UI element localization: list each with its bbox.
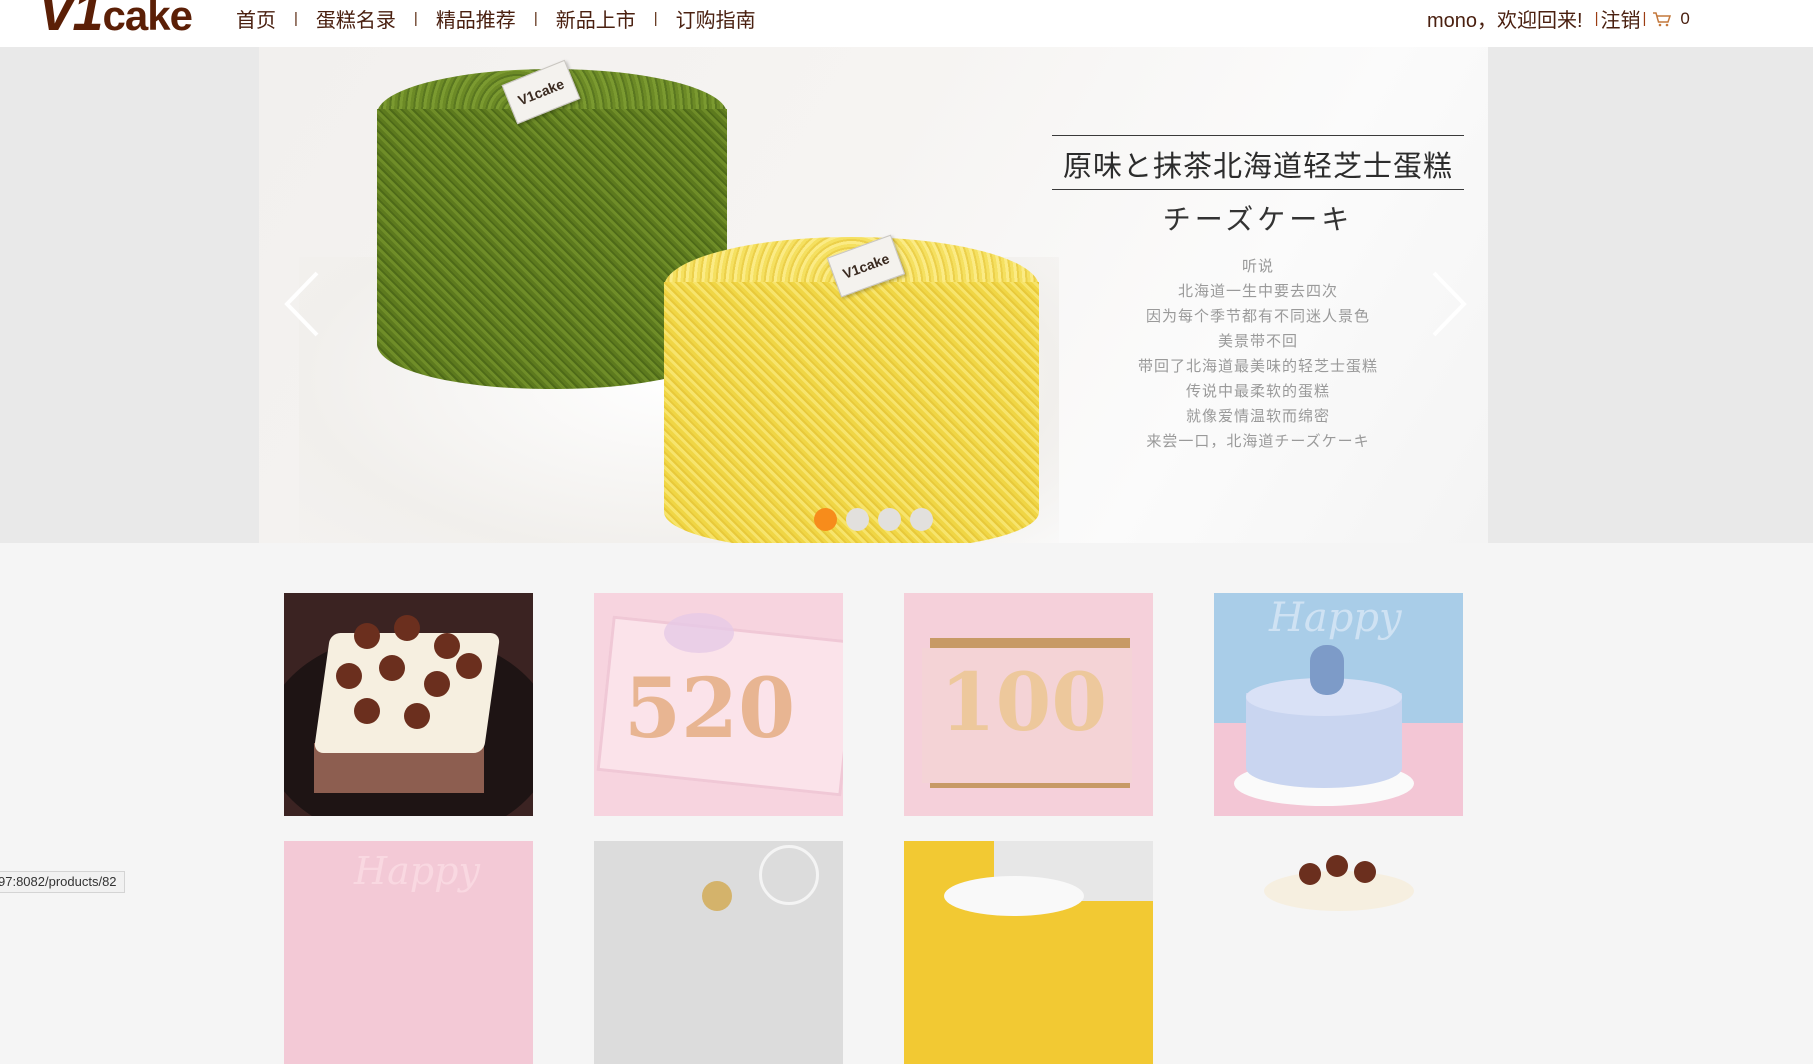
banner-line: 因为每个季节都有不同迷人景色 (1145, 308, 1370, 325)
banner-line: 带回了北海道最美味的轻芝士蛋糕 (1137, 358, 1378, 375)
carousel-dot-2[interactable] (846, 508, 869, 531)
banner-copy: 原味と抹茶北海道轻芝士蛋糕 チーズケーキ 听说 北海道一生中要去四次 因为每个季… (1052, 135, 1464, 454)
carousel-prev-button[interactable] (281, 269, 321, 339)
product-number: 100 (940, 655, 1107, 749)
carousel-dot-4[interactable] (910, 508, 933, 531)
product-text: Happy (354, 849, 480, 893)
product-card[interactable] (904, 841, 1153, 1064)
cart-count: 0 (1680, 8, 1690, 28)
product-card[interactable] (594, 841, 843, 1064)
banner-line: 美景带不回 (1217, 333, 1298, 350)
carousel-dot-1[interactable] (814, 508, 837, 531)
nav-separator: | (413, 10, 418, 27)
banner-line: 传说中最柔软的蛋糕 (1185, 383, 1330, 400)
banner-line: 就像爱情温软而绵密 (1185, 408, 1330, 425)
product-number: 520 (624, 661, 796, 757)
nav-new-arrivals[interactable]: 新品上市 (556, 4, 636, 33)
banner-line: 听说 (1241, 258, 1274, 275)
chevron-left-icon (284, 271, 319, 337)
carousel-next-button[interactable] (1430, 269, 1470, 339)
product-card[interactable]: Happy (1214, 593, 1463, 816)
product-card[interactable]: 520 (594, 593, 843, 816)
logo-mark: V1 (38, 0, 103, 42)
v1cake-logo[interactable]: V1cake (38, 0, 193, 42)
nav-separator: | (653, 10, 658, 27)
cart-icon (1652, 11, 1672, 27)
user-bar-separator: | (1642, 10, 1647, 27)
product-card[interactable]: 100 (904, 593, 1153, 816)
user-bar-separator: | (1594, 10, 1599, 27)
banner-slide[interactable]: V1cake V1cake 原味と抹茶北海道轻芝士蛋糕 チーズケーキ 听说 北海… (259, 47, 1488, 543)
welcome-text: mono，欢迎回来! (1427, 10, 1583, 32)
product-card[interactable]: Happy (284, 841, 533, 1064)
nav-separator: | (533, 10, 538, 27)
carousel-indicators (814, 508, 942, 531)
chevron-right-icon (1432, 271, 1467, 337)
product-text: Happy (1269, 595, 1402, 641)
nav-home[interactable]: 首页 (236, 4, 276, 33)
nav-separator: | (294, 10, 298, 27)
product-card[interactable] (284, 593, 533, 816)
cheese-cake-image: V1cake (664, 234, 1039, 543)
banner-poem: 听说 北海道一生中要去四次 因为每个季节都有不同迷人景色 美景带不回 带回了北海… (1052, 254, 1464, 454)
logout-link[interactable]: 注销 (1601, 4, 1641, 33)
banner-line: 来尝一口，北海道チーズケーキ (1146, 433, 1370, 450)
cart-link[interactable]: 0 (1652, 8, 1690, 29)
banner-carousel: V1cake V1cake 原味と抹茶北海道轻芝士蛋糕 チーズケーキ 听说 北海… (0, 47, 1813, 543)
banner-subtitle: チーズケーキ (1162, 203, 1354, 236)
banner-title: 原味と抹茶北海道轻芝士蛋糕 (1052, 135, 1464, 190)
main-nav: 首页 | 蛋糕名录 | 精品推荐 | 新品上市 | 订购指南 (236, 4, 756, 33)
nav-featured[interactable]: 精品推荐 (436, 4, 516, 33)
carousel-dot-3[interactable] (878, 508, 901, 531)
product-card[interactable] (1214, 841, 1463, 1064)
nav-order-guide[interactable]: 订购指南 (676, 4, 756, 33)
banner-line: 北海道一生中要去四次 (1177, 283, 1338, 300)
user-bar: mono，欢迎回来! | 注销 | 0 (1427, 4, 1690, 33)
status-bar-url: 97:8082/products/82 (0, 871, 125, 893)
logo-word: cake (102, 0, 193, 39)
nav-cake-catalog[interactable]: 蛋糕名录 (316, 4, 396, 33)
site-header: V1cake 首页 | 蛋糕名录 | 精品推荐 | 新品上市 | 订购指南 mo… (0, 0, 1813, 47)
